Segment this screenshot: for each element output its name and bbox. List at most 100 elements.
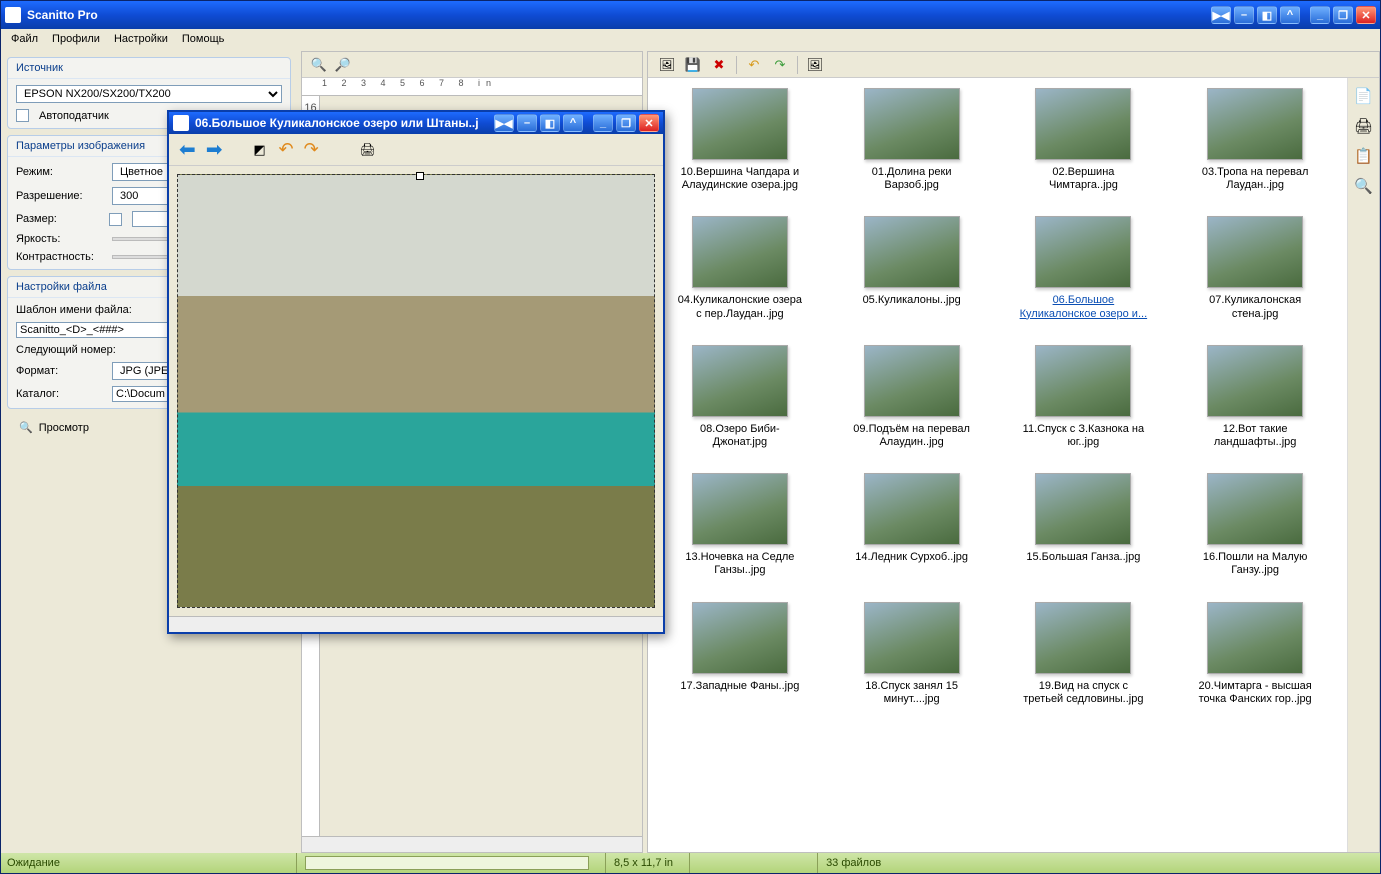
menu-file[interactable]: Файл bbox=[11, 33, 38, 47]
thumb-image bbox=[692, 473, 788, 545]
prev-image-icon[interactable]: ⬅ bbox=[179, 137, 196, 162]
thumb-item[interactable]: 16.Пошли на Малую Ганзу..jpg bbox=[1184, 473, 1326, 577]
preview-hscroll[interactable] bbox=[302, 836, 642, 852]
winbtn-ext1[interactable]: ▶◀ bbox=[1211, 6, 1231, 24]
size-label: Размер: bbox=[16, 213, 103, 225]
thumb-image bbox=[692, 602, 788, 674]
thumb-item[interactable]: 12.Вот такие ландшафты..jpg bbox=[1184, 345, 1326, 449]
progress-bar bbox=[305, 856, 589, 870]
menu-settings[interactable]: Настройки bbox=[114, 33, 168, 47]
maximize-button[interactable]: ❐ bbox=[1333, 6, 1353, 24]
next-image-icon[interactable]: ➡ bbox=[206, 137, 223, 162]
add-image-icon[interactable]: 🖼 bbox=[806, 56, 824, 74]
save-icon[interactable]: 💾 bbox=[684, 56, 702, 74]
thumb-item[interactable]: 09.Подъём на перевал Алаудин..jpg bbox=[841, 345, 983, 449]
float-ext4[interactable]: ^ bbox=[563, 114, 583, 132]
redo-icon[interactable]: ↷ bbox=[771, 56, 789, 74]
status-wait: Ожидание bbox=[7, 857, 60, 869]
size-check[interactable] bbox=[109, 213, 122, 226]
thumb-label: 03.Тропа на перевал Лаудан..jpg bbox=[1189, 166, 1321, 192]
float-ext2[interactable]: – bbox=[517, 114, 537, 132]
app-icon bbox=[5, 7, 21, 23]
right-tool-strip: 📄 🖨 📋 🔍 bbox=[1347, 78, 1379, 852]
close-button[interactable]: ✕ bbox=[1356, 6, 1376, 24]
thumb-label: 10.Вершина Чапдара и Алаудинские озера.j… bbox=[674, 166, 806, 192]
thumb-label: 02.Вершина Чимтарга..jpg bbox=[1017, 166, 1149, 192]
float-close[interactable]: ✕ bbox=[639, 114, 659, 132]
magnifier-icon: 🔍 bbox=[19, 421, 33, 434]
ocr-icon[interactable]: 🔍 bbox=[1354, 176, 1374, 196]
pdf-icon[interactable]: 📄 bbox=[1354, 86, 1374, 106]
thumb-label: 13.Ночевка на Седле Ганзы..jpg bbox=[674, 551, 806, 577]
gallery-body[interactable]: 10.Вершина Чапдара и Алаудинские озера.j… bbox=[648, 78, 1347, 852]
thumb-label: 11.Спуск с З.Казнока на юг..jpg bbox=[1017, 423, 1149, 449]
thumb-label: 18.Спуск занял 15 минут....jpg bbox=[846, 680, 978, 706]
thumb-image bbox=[1207, 473, 1303, 545]
thumb-image bbox=[1207, 216, 1303, 288]
thumb-label: 06.Большое Куликалонское озеро и... bbox=[1017, 294, 1149, 320]
thumb-item[interactable]: 14.Ледник Сурхоб..jpg bbox=[841, 473, 983, 577]
float-hscroll[interactable] bbox=[169, 616, 663, 632]
thumb-item[interactable]: 10.Вершина Чапдара и Алаудинские озера.j… bbox=[669, 88, 811, 192]
float-ext1[interactable]: ▶◀ bbox=[494, 114, 514, 132]
thumb-label: 04.Куликалонские озера с пер.Лаудан..jpg bbox=[674, 294, 806, 320]
thumb-item[interactable]: 01.Долина реки Варзоб.jpg bbox=[841, 88, 983, 192]
thumb-label: 08.Озеро Биби-Джонат.jpg bbox=[674, 423, 806, 449]
thumb-image bbox=[1207, 602, 1303, 674]
menu-profiles[interactable]: Профили bbox=[52, 33, 100, 47]
thumb-item[interactable]: 18.Спуск занял 15 минут....jpg bbox=[841, 602, 983, 706]
thumb-label: 09.Подъём на перевал Алаудин..jpg bbox=[846, 423, 978, 449]
thumb-item[interactable]: 15.Большая Ганза..jpg bbox=[1012, 473, 1154, 577]
scanner-select[interactable]: EPSON NX200/SX200/TX200 bbox=[16, 85, 282, 103]
thumb-item[interactable]: 06.Большое Куликалонское озеро и... bbox=[1012, 216, 1154, 320]
thumb-image bbox=[692, 88, 788, 160]
copy-icon[interactable]: 📋 bbox=[1354, 146, 1374, 166]
thumb-item[interactable]: 13.Ночевка на Седле Ганзы..jpg bbox=[669, 473, 811, 577]
thumb-item[interactable]: 17.Западные Фаны..jpg bbox=[669, 602, 811, 706]
thumb-image bbox=[864, 216, 960, 288]
thumb-item[interactable]: 08.Озеро Биби-Джонат.jpg bbox=[669, 345, 811, 449]
float-window[interactable]: 06.Большое Куликалонское озеро или Штаны… bbox=[167, 110, 665, 634]
zoom-out-icon[interactable]: 🔎 bbox=[334, 56, 352, 74]
thumb-item[interactable]: 04.Куликалонские озера с пер.Лаудан..jpg bbox=[669, 216, 811, 320]
winbtn-ext2[interactable]: – bbox=[1234, 6, 1254, 24]
rotate-left-icon[interactable]: ↶ bbox=[279, 139, 294, 160]
win-buttons-extra: ▶◀ – ◧ ^ _ ❐ ✕ bbox=[1211, 6, 1376, 24]
thumb-item[interactable]: 20.Чимтарга - высшая точка Фанских гор..… bbox=[1184, 602, 1326, 706]
float-ext3[interactable]: ◧ bbox=[540, 114, 560, 132]
gallery-toolbar: 🖼 💾 ✖ ↶ ↷ 🖼 bbox=[648, 52, 1379, 78]
float-body bbox=[169, 166, 663, 616]
main-titlebar[interactable]: Scanitto Pro ▶◀ – ◧ ^ _ ❐ ✕ bbox=[1, 1, 1380, 29]
float-image[interactable] bbox=[177, 174, 655, 608]
thumb-label: 14.Ледник Сурхоб..jpg bbox=[846, 551, 978, 564]
crop-icon[interactable]: ◩ bbox=[251, 141, 269, 159]
zoom-in-icon[interactable]: 🔍 bbox=[310, 56, 328, 74]
print-icon[interactable]: 🖨 bbox=[1354, 116, 1374, 136]
minimize-button[interactable]: _ bbox=[1310, 6, 1330, 24]
winbtn-ext3[interactable]: ◧ bbox=[1257, 6, 1277, 24]
delete-icon[interactable]: ✖ bbox=[710, 56, 728, 74]
thumb-image bbox=[864, 345, 960, 417]
thumb-item[interactable]: 05.Куликалоны..jpg bbox=[841, 216, 983, 320]
float-maximize[interactable]: ❐ bbox=[616, 114, 636, 132]
menu-help[interactable]: Помощь bbox=[182, 33, 225, 47]
load-images-icon[interactable]: 🖼 bbox=[658, 56, 676, 74]
thumb-item[interactable]: 19.Вид на спуск с третьей седловины..jpg bbox=[1012, 602, 1154, 706]
thumb-image bbox=[1035, 88, 1131, 160]
thumb-label: 15.Большая Ганза..jpg bbox=[1017, 551, 1149, 564]
thumb-item[interactable]: 07.Куликалонская стена.jpg bbox=[1184, 216, 1326, 320]
thumb-item[interactable]: 03.Тропа на перевал Лаудан..jpg bbox=[1184, 88, 1326, 192]
thumb-image bbox=[1207, 345, 1303, 417]
thumb-item[interactable]: 02.Вершина Чимтарга..jpg bbox=[1012, 88, 1154, 192]
thumb-label: 19.Вид на спуск с третьей седловины..jpg bbox=[1017, 680, 1149, 706]
float-minimize[interactable]: _ bbox=[593, 114, 613, 132]
rotate-right-icon[interactable]: ↷ bbox=[304, 139, 319, 160]
winbtn-ext4[interactable]: ^ bbox=[1280, 6, 1300, 24]
thumb-label: 01.Долина реки Варзоб.jpg bbox=[846, 166, 978, 192]
gallery-pane: 🖼 💾 ✖ ↶ ↷ 🖼 10.Вершина Чапдара и Алаудин… bbox=[647, 51, 1380, 853]
undo-icon[interactable]: ↶ bbox=[745, 56, 763, 74]
float-toolbar: ⬅ ➡ ◩ ↶ ↷ 🖨 bbox=[169, 134, 663, 166]
menu-bar: Файл Профили Настройки Помощь bbox=[1, 29, 1380, 51]
thumb-item[interactable]: 11.Спуск с З.Казнока на юг..jpg bbox=[1012, 345, 1154, 449]
print-icon-float[interactable]: 🖨 bbox=[359, 141, 377, 159]
